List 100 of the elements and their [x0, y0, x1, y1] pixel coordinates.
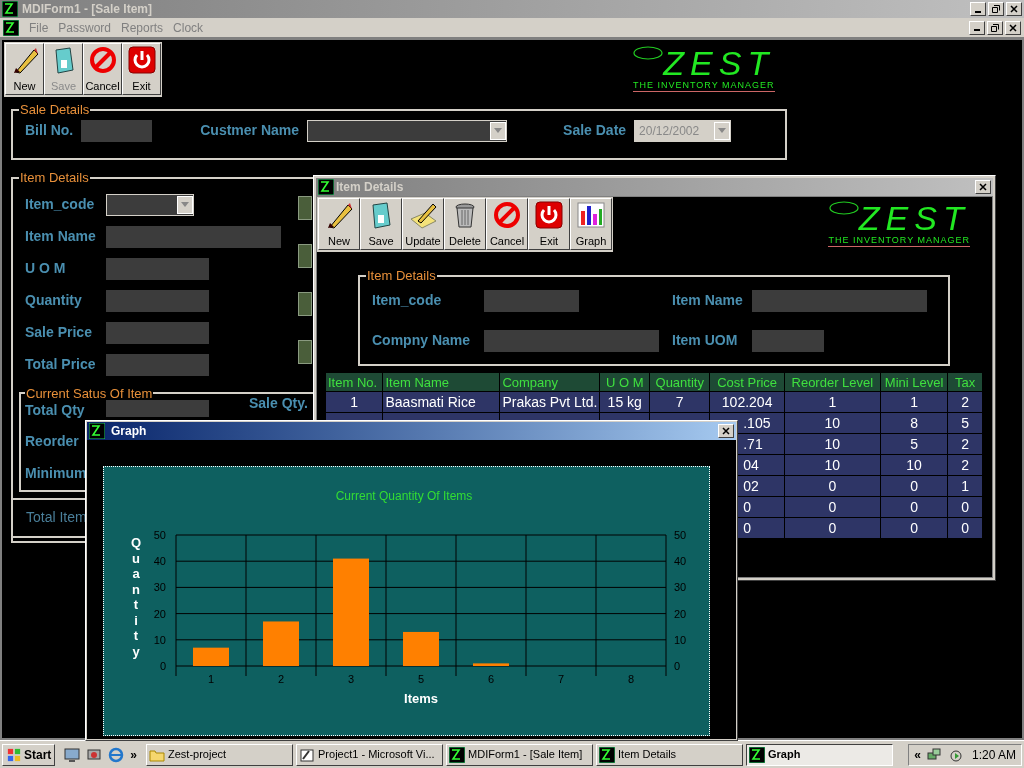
field-label: Item_code — [372, 291, 443, 310]
field-label: Reorder — [25, 431, 79, 451]
close-icon — [722, 427, 730, 435]
taskbar-button[interactable]: Zest-project — [146, 743, 294, 766]
combo-box[interactable] — [307, 119, 508, 142]
minimize-icon — [975, 10, 981, 13]
table-cell: 10 — [784, 413, 880, 433]
bar — [403, 631, 439, 666]
table-cell: 0 — [948, 518, 982, 538]
x-axis-label: Items — [404, 691, 438, 706]
monitor-icon[interactable] — [86, 746, 103, 763]
text-field[interactable] — [752, 329, 824, 352]
table-cell: 15 kg — [600, 392, 649, 412]
y-tick-label: 40 — [674, 555, 687, 568]
table-cell: 1 — [948, 476, 982, 496]
bar-chart-icon — [576, 201, 606, 229]
combo-box[interactable] — [106, 193, 194, 216]
toolbar-button[interactable]: Exit — [122, 43, 161, 95]
text-field[interactable] — [106, 353, 209, 376]
taskbar-button[interactable]: Item Details — [596, 743, 744, 766]
y-tick-label: 30 — [674, 581, 687, 594]
table-cell: 1 — [326, 392, 383, 412]
field-label: Total Qty — [25, 400, 86, 420]
app-icon — [599, 746, 616, 763]
bar — [473, 663, 509, 666]
y-tick-label: 40 — [153, 555, 166, 568]
toolbar-button[interactable]: Update — [402, 198, 444, 250]
window-title: MDIForm1 - [Sale Item] — [22, 1, 154, 18]
folder-icon — [149, 747, 166, 762]
more-button[interactable]: » — [130, 745, 138, 764]
text-field[interactable] — [106, 257, 209, 280]
column-header: Tax — [948, 373, 982, 391]
tray-expand-button[interactable]: « — [914, 745, 921, 764]
side-button[interactable] — [298, 195, 312, 220]
table-cell: 0 — [948, 497, 982, 517]
y-tick-label: 10 — [153, 633, 166, 646]
y-tick-label: 0 — [674, 660, 681, 672]
taskbar-button[interactable]: MDIForm1 - [Sale Item] — [446, 743, 594, 766]
table-cell: 0 — [784, 497, 880, 517]
table-cell: Baasmati Rice — [383, 392, 500, 412]
table-cell: 5 — [948, 413, 982, 433]
table-cell: 0 — [880, 518, 948, 538]
taskbar-button[interactable]: Graph — [746, 743, 894, 766]
close-button[interactable] — [718, 424, 734, 438]
minimize-button[interactable] — [969, 20, 985, 35]
toolbar-button[interactable]: New — [318, 198, 360, 250]
bar — [263, 621, 299, 666]
start-button[interactable]: Start — [2, 743, 56, 766]
close-icon — [1010, 5, 1018, 13]
table-cell: 2 — [948, 392, 982, 412]
toolbar-button[interactable]: Exit — [528, 198, 570, 250]
minimize-button[interactable] — [970, 2, 986, 16]
field-label: Item Name — [25, 227, 97, 246]
field-label: Compny Name — [372, 331, 472, 350]
group-title: Sale Details — [19, 101, 91, 119]
desktop-icon[interactable] — [64, 746, 81, 763]
bar — [193, 647, 229, 666]
clock: 1:20 AM — [971, 746, 1016, 764]
restore-button[interactable] — [987, 20, 1003, 35]
toolbar-button[interactable]: Delete — [444, 198, 486, 250]
field-label: Total Price — [25, 355, 97, 374]
restore-icon — [992, 5, 1000, 13]
table-cell: 7 — [650, 392, 710, 412]
logo-tagline: THE INVENTORY MANAGER — [828, 235, 970, 247]
toolbar-button[interactable]: Graph — [570, 198, 612, 250]
text-field[interactable] — [484, 329, 659, 352]
text-field[interactable] — [106, 225, 281, 248]
close-button[interactable] — [1006, 2, 1022, 16]
text-field[interactable] — [106, 400, 209, 417]
toolbar-button[interactable]: New — [5, 43, 44, 95]
app-icon — [449, 746, 466, 763]
x-tick-label: 6 — [487, 673, 495, 685]
restore-button[interactable] — [988, 2, 1004, 16]
table-cell: 2 — [948, 455, 982, 475]
x-tick-label: 3 — [347, 673, 355, 685]
side-button[interactable] — [298, 339, 312, 364]
toolbar-button[interactable]: Cancel — [486, 198, 528, 250]
toolbar-button[interactable]: Cancel — [83, 43, 122, 95]
app-icon — [3, 19, 19, 36]
side-button[interactable] — [298, 291, 312, 316]
y-tick-label: 50 — [153, 529, 166, 541]
close-button[interactable] — [975, 180, 991, 194]
toolbar-button[interactable]: Save — [360, 198, 402, 250]
text-field[interactable] — [484, 289, 579, 312]
taskbar-button[interactable]: Project1 - Microsoft Vi... — [296, 743, 444, 766]
logo-title: ZEST — [858, 201, 970, 235]
close-icon — [979, 183, 987, 191]
text-field[interactable] — [752, 289, 927, 312]
text-field[interactable] — [106, 321, 209, 344]
group-title: Current Satus Of Item — [25, 384, 154, 403]
text-field[interactable] — [106, 289, 209, 312]
app-icon — [749, 746, 766, 763]
close-button[interactable] — [1005, 20, 1021, 35]
field-label: Minimum — [25, 463, 87, 483]
text-field[interactable] — [81, 119, 153, 142]
table-cell: 10 — [880, 455, 948, 475]
table-cell: 0 — [880, 497, 948, 517]
side-button[interactable] — [298, 243, 312, 268]
app-icon — [2, 1, 18, 17]
browser-icon[interactable] — [108, 746, 125, 763]
